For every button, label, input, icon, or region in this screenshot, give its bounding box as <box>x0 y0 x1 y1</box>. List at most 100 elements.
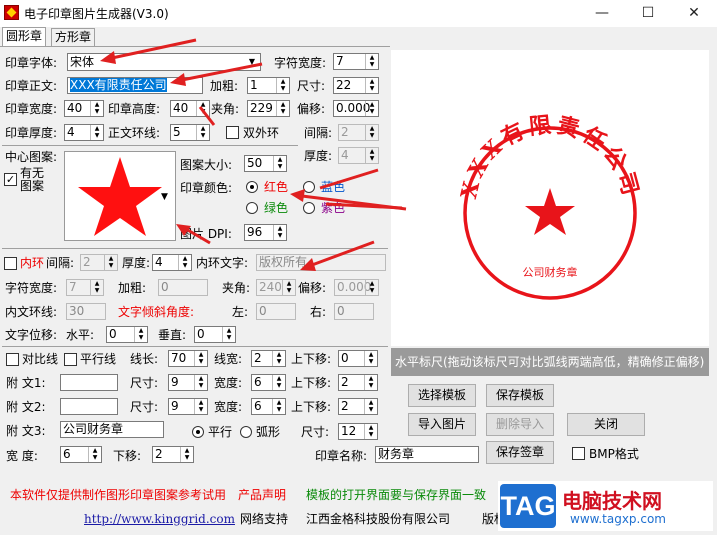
size-stepper[interactable]: 22 ▲ ▼ <box>333 77 379 94</box>
sub2-shift-stepper[interactable]: 2 ▲ ▼ <box>338 398 378 415</box>
sub2-input[interactable] <box>60 398 118 415</box>
offset-stepper[interactable]: 0.000 ▲ ▼ <box>333 100 379 117</box>
ring-stepper[interactable]: 5 ▲ ▼ <box>170 124 210 141</box>
maximize-button[interactable]: ☐ <box>625 0 671 27</box>
import-image-button[interactable]: 导入图片 <box>408 413 476 436</box>
stepper-arrows-icon[interactable]: ▲ ▼ <box>276 101 289 116</box>
tab-square-stamp[interactable]: 方形章 <box>51 28 96 47</box>
stepper-arrows-icon[interactable]: ▲ ▼ <box>272 375 285 390</box>
horiz-stepper[interactable]: 0 ▲ ▼ <box>106 326 148 343</box>
stepper-arrows-icon[interactable]: ▲ ▼ <box>365 125 378 140</box>
website-link[interactable]: http://www.kinggrid.com <box>84 511 235 527</box>
inner-ring-checkbox[interactable] <box>4 257 17 270</box>
sub1-width-stepper[interactable]: 6 ▲ ▼ <box>251 374 286 391</box>
angle-stepper[interactable]: 229 ▲ ▼ <box>247 100 290 117</box>
sub3-input[interactable]: 公司财务章 <box>60 421 164 438</box>
stamp-text-input[interactable]: XXX有限责任公司 <box>67 77 203 94</box>
stepper-arrows-icon[interactable]: ▲ ▼ <box>104 255 117 270</box>
stepper-arrows-icon[interactable]: ▲ ▼ <box>194 375 207 390</box>
stepper-arrows-icon[interactable]: ▲ ▼ <box>364 424 377 439</box>
vert-stepper[interactable]: 0 ▲ ▼ <box>194 326 236 343</box>
stepper-arrows-icon[interactable]: ▲ ▼ <box>273 225 286 240</box>
inner-charwidth-stepper[interactable]: 7 ▲ ▼ <box>66 279 104 296</box>
stepper-arrows-icon[interactable]: ▲ ▼ <box>364 375 377 390</box>
gap-stepper[interactable]: 2 ▲ ▼ <box>338 124 379 141</box>
color-blue-radio[interactable] <box>303 181 315 193</box>
stepper-arrows-icon[interactable]: ▲ ▼ <box>180 447 193 462</box>
inner-textring-input[interactable]: 30 <box>66 303 106 320</box>
width-stepper[interactable]: 40 ▲ ▼ <box>64 100 104 117</box>
inner-bold-input[interactable]: 0 <box>158 279 208 296</box>
stepper-arrows-icon[interactable]: ▲ ▼ <box>90 101 103 116</box>
shift-stepper[interactable]: 0 ▲ ▼ <box>338 350 378 367</box>
font-select[interactable]: 宋体 ▼ <box>67 53 261 71</box>
stepper-arrows-icon[interactable]: ▲ ▼ <box>134 327 147 342</box>
stepper-arrows-icon[interactable]: ▲ ▼ <box>273 156 286 171</box>
has-pattern-checkbox[interactable]: ✓ <box>4 173 17 186</box>
double-ring-checkbox[interactable] <box>226 126 239 139</box>
w-stepper[interactable]: 6 ▲ ▼ <box>60 446 102 463</box>
stepper-arrows-icon[interactable]: ▲ ▼ <box>365 101 378 116</box>
arc-radio[interactable] <box>240 426 252 438</box>
stepper-arrows-icon[interactable]: ▲ ▼ <box>90 125 103 140</box>
sub1-input[interactable] <box>60 374 118 391</box>
thickness-stepper[interactable]: 4 ▲ ▼ <box>64 124 104 141</box>
inner-text-input[interactable]: 版权所有 <box>256 254 386 271</box>
pattern-preview[interactable] <box>64 151 176 241</box>
inner-gap-stepper[interactable]: 2 ▲ ▼ <box>80 254 118 271</box>
stepper-arrows-icon[interactable]: ▲ ▼ <box>90 280 103 295</box>
stepper-arrows-icon[interactable]: ▲ ▼ <box>196 125 209 140</box>
product-statement-link[interactable]: 产品声明 <box>238 487 286 503</box>
sub2-width-stepper[interactable]: 6 ▲ ▼ <box>251 398 286 415</box>
sub1-shift-stepper[interactable]: 2 ▲ ▼ <box>338 374 378 391</box>
close-window-button[interactable]: ✕ <box>671 0 717 27</box>
delete-import-button[interactable]: 删除导入 <box>486 413 554 436</box>
save-stamp-button[interactable]: 保存签章 <box>486 441 554 464</box>
thick2-stepper[interactable]: 4 ▲ ▼ <box>338 147 379 164</box>
tab-round-stamp[interactable]: 圆形章 <box>2 27 47 47</box>
inner-angle-stepper[interactable]: 240 ▲ ▼ <box>256 279 296 296</box>
linelen-stepper[interactable]: 70 ▲ ▼ <box>168 350 208 367</box>
charwidth-stepper[interactable]: 7 ▲ ▼ <box>333 53 379 70</box>
right-input[interactable]: 0 <box>334 303 374 320</box>
horizontal-ruler[interactable]: 水平标尺(拖动该标尺可对比弧线两端高低，精确修正偏移) <box>391 348 709 376</box>
stepper-arrows-icon[interactable]: ▲ ▼ <box>365 78 378 93</box>
stepper-arrows-icon[interactable]: ▲ ▼ <box>365 280 378 295</box>
stepper-arrows-icon[interactable]: ▲ ▼ <box>364 399 377 414</box>
stepper-arrows-icon[interactable]: ▲ ▼ <box>365 54 378 69</box>
stepper-arrows-icon[interactable]: ▲ ▼ <box>178 255 191 270</box>
save-template-button[interactable]: 保存模板 <box>486 384 554 407</box>
color-green-radio[interactable] <box>246 202 258 214</box>
dpi-stepper[interactable]: 96 ▲ ▼ <box>244 224 287 241</box>
sub3-size-stepper[interactable]: 12 ▲ ▼ <box>338 423 378 440</box>
bold-stepper[interactable]: 1 ▲ ▼ <box>247 77 290 94</box>
stamp-name-input[interactable]: 财务章 <box>375 446 479 463</box>
parallel-line-checkbox[interactable] <box>64 353 77 366</box>
pattern-dropdown-icon[interactable]: ▼ <box>161 189 168 205</box>
stepper-arrows-icon[interactable]: ▲ ▼ <box>194 351 207 366</box>
stepper-arrows-icon[interactable]: ▲ ▼ <box>365 148 378 163</box>
stepper-arrows-icon[interactable]: ▲ ▼ <box>272 351 285 366</box>
down-stepper[interactable]: 2 ▲ ▼ <box>152 446 194 463</box>
minimize-button[interactable]: — <box>579 0 625 27</box>
color-red-radio[interactable] <box>246 181 258 193</box>
stepper-arrows-icon[interactable]: ▲ ▼ <box>196 101 209 116</box>
stepper-arrows-icon[interactable]: ▲ ▼ <box>194 399 207 414</box>
color-purple-radio[interactable] <box>303 202 315 214</box>
bmp-checkbox[interactable] <box>572 447 585 460</box>
close-button[interactable]: 关闭 <box>567 413 645 436</box>
diag-line-checkbox[interactable] <box>6 353 19 366</box>
sub1-size-stepper[interactable]: 9 ▲ ▼ <box>168 374 208 391</box>
pattern-size-stepper[interactable]: 50 ▲ ▼ <box>244 155 287 172</box>
height-stepper[interactable]: 40 ▲ ▼ <box>170 100 210 117</box>
flat-radio[interactable] <box>192 426 204 438</box>
inner-thick-stepper[interactable]: 4 ▲ ▼ <box>152 254 192 271</box>
stepper-arrows-icon[interactable]: ▲ ▼ <box>88 447 101 462</box>
stepper-arrows-icon[interactable]: ▲ ▼ <box>272 399 285 414</box>
linewidth-stepper[interactable]: 2 ▲ ▼ <box>251 350 286 367</box>
inner-offset-stepper[interactable]: 0.000 ▲ ▼ <box>334 279 379 296</box>
sub2-size-stepper[interactable]: 9 ▲ ▼ <box>168 398 208 415</box>
select-template-button[interactable]: 选择模板 <box>408 384 476 407</box>
stepper-arrows-icon[interactable]: ▲ ▼ <box>222 327 235 342</box>
stepper-arrows-icon[interactable]: ▲ ▼ <box>364 351 377 366</box>
